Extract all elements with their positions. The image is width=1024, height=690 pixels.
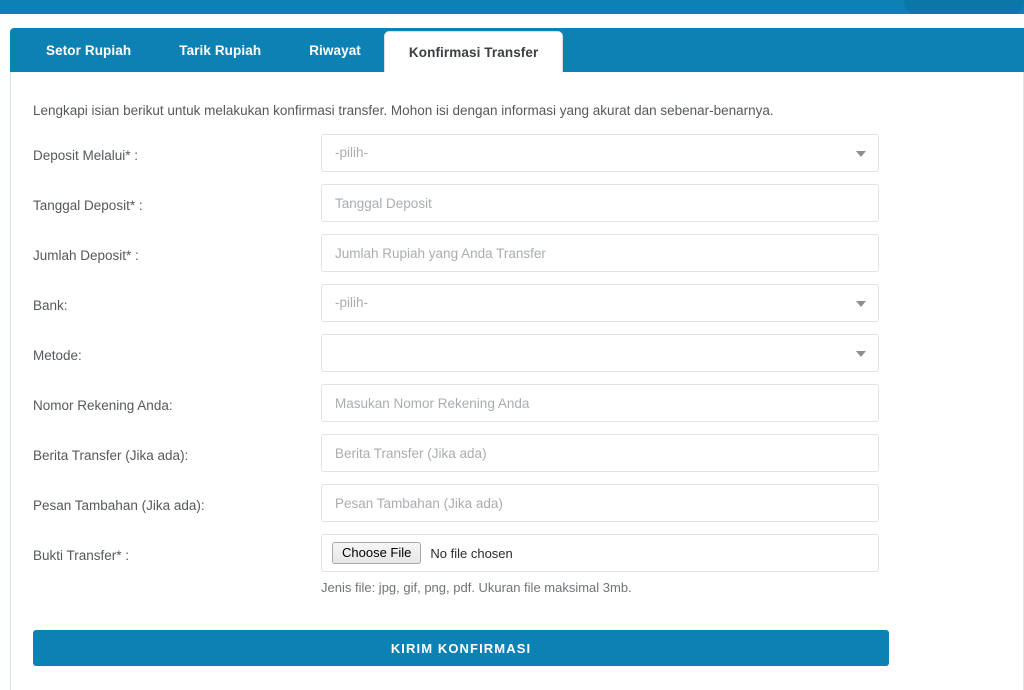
content-panel: Lengkapi isian berikut untuk melakukan k… bbox=[10, 72, 1024, 690]
form-row-berita-transfer: Berita Transfer (Jika ada): bbox=[11, 434, 1023, 484]
tab-strip-left-pad bbox=[10, 28, 22, 72]
label-tanggal-deposit: Tanggal Deposit* : bbox=[33, 198, 143, 213]
select-metode[interactable] bbox=[321, 334, 879, 372]
label-pesan-tambahan: Pesan Tambahan (Jika ada): bbox=[33, 498, 205, 513]
select-bank-value: -pilih- bbox=[321, 284, 879, 322]
select-deposit-melalui-value: -pilih- bbox=[321, 134, 879, 172]
form-row-jumlah-deposit: Jumlah Deposit* : bbox=[11, 234, 1023, 284]
label-jumlah-deposit: Jumlah Deposit* : bbox=[33, 248, 139, 263]
tab-setor-rupiah[interactable]: Setor Rupiah bbox=[22, 28, 155, 72]
tab-label: Konfirmasi Transfer bbox=[408, 44, 539, 60]
tab-konfirmasi-transfer[interactable]: Konfirmasi Transfer bbox=[384, 32, 563, 72]
input-tanggal-deposit[interactable] bbox=[321, 184, 879, 222]
form-row-nomor-rekening: Nomor Rekening Anda: bbox=[11, 384, 1023, 434]
form-row-tanggal-deposit: Tanggal Deposit* : bbox=[11, 184, 1023, 234]
kirim-konfirmasi-button[interactable]: KIRIM KONFIRMASI bbox=[33, 630, 889, 666]
file-input-bukti-transfer[interactable]: Choose File No file chosen bbox=[321, 534, 879, 572]
form-intro-text: Lengkapi isian berikut untuk melakukan k… bbox=[33, 103, 774, 118]
select-metode-value bbox=[321, 334, 879, 372]
control-wrap-nomor-rekening bbox=[321, 384, 879, 422]
header-accent-pill bbox=[904, 0, 1024, 14]
control-wrap-tanggal-deposit bbox=[321, 184, 879, 222]
file-help-text: Jenis file: jpg, gif, png, pdf. Ukuran f… bbox=[321, 580, 632, 595]
tab-label: Setor Rupiah bbox=[46, 42, 132, 58]
choose-file-button[interactable]: Choose File bbox=[332, 542, 422, 564]
control-wrap-jumlah-deposit bbox=[321, 234, 879, 272]
form-row-pesan-tambahan: Pesan Tambahan (Jika ada): bbox=[11, 484, 1023, 534]
label-bank: Bank: bbox=[33, 298, 68, 313]
tab-label: Tarik Rupiah bbox=[179, 42, 262, 58]
input-pesan-tambahan[interactable] bbox=[321, 484, 879, 522]
form-row-deposit-melalui: Deposit Melalui* : -pilih- bbox=[11, 134, 1023, 184]
form-row-bank: Bank: -pilih- bbox=[11, 284, 1023, 334]
input-jumlah-deposit[interactable] bbox=[321, 234, 879, 272]
label-nomor-rekening: Nomor Rekening Anda: bbox=[33, 398, 173, 413]
submit-row: KIRIM KONFIRMASI bbox=[33, 630, 889, 666]
control-wrap-pesan-tambahan bbox=[321, 484, 879, 522]
page-root: Setor Rupiah Tarik Rupiah Riwayat Konfir… bbox=[0, 0, 1024, 690]
input-berita-transfer[interactable] bbox=[321, 434, 879, 472]
label-deposit-melalui: Deposit Melalui* : bbox=[33, 148, 139, 163]
control-wrap-metode bbox=[321, 334, 879, 372]
label-metode: Metode: bbox=[33, 348, 82, 363]
file-status-text: No file chosen bbox=[430, 545, 513, 561]
control-wrap-deposit-melalui: -pilih- bbox=[321, 134, 879, 172]
form-row-bukti-transfer: Bukti Transfer* : Choose File No file ch… bbox=[11, 534, 1023, 595]
form-row-metode: Metode: bbox=[11, 334, 1023, 384]
select-bank[interactable]: -pilih- bbox=[321, 284, 879, 322]
tab-tarik-rupiah[interactable]: Tarik Rupiah bbox=[155, 28, 285, 72]
konfirmasi-transfer-form: Deposit Melalui* : -pilih- Tanggal Depos… bbox=[11, 134, 1023, 595]
select-deposit-melalui[interactable]: -pilih- bbox=[321, 134, 879, 172]
tab-riwayat[interactable]: Riwayat bbox=[285, 28, 385, 72]
control-wrap-bank: -pilih- bbox=[321, 284, 879, 322]
input-nomor-rekening[interactable] bbox=[321, 384, 879, 422]
tab-label: Riwayat bbox=[309, 42, 361, 58]
label-bukti-transfer: Bukti Transfer* : bbox=[33, 548, 130, 563]
control-wrap-berita-transfer bbox=[321, 434, 879, 472]
label-berita-transfer: Berita Transfer (Jika ada): bbox=[33, 448, 189, 463]
tab-bar: Setor Rupiah Tarik Rupiah Riwayat Konfir… bbox=[10, 28, 1024, 72]
site-header-bar bbox=[0, 0, 1024, 14]
control-wrap-bukti-transfer: Choose File No file chosen Jenis file: j… bbox=[321, 534, 879, 595]
